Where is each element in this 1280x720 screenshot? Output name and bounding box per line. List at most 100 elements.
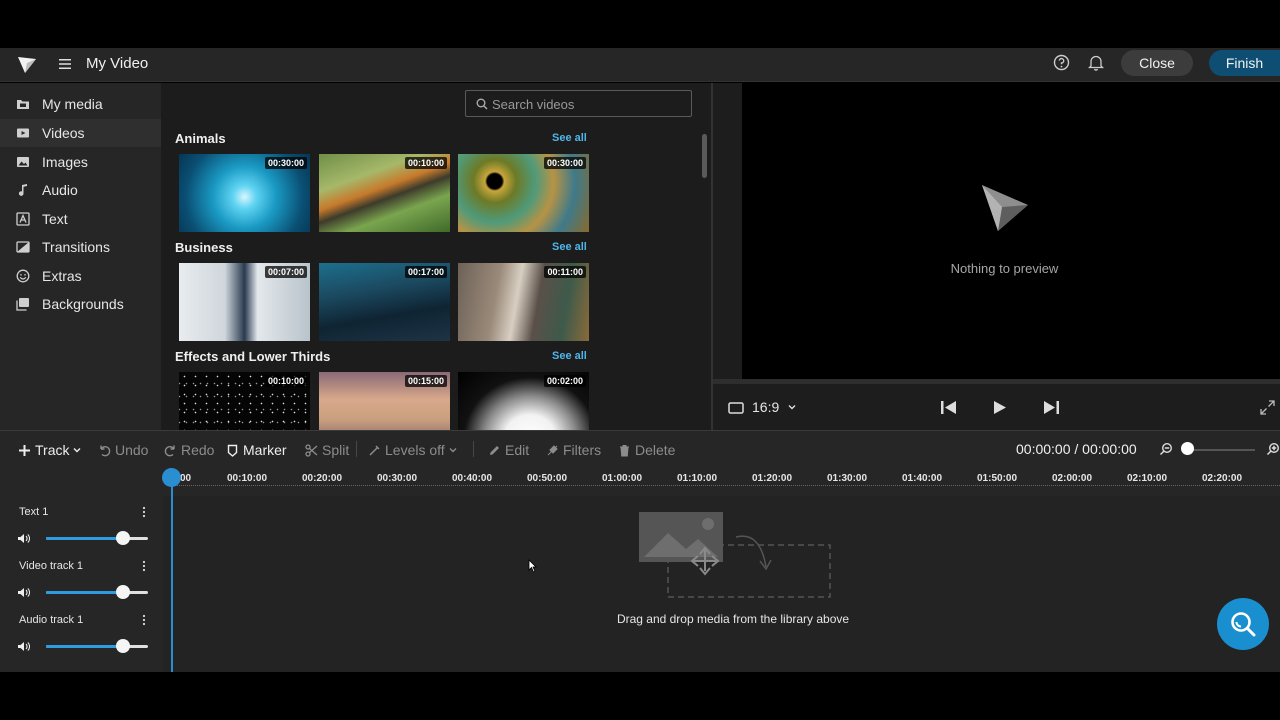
volume-slider-handle[interactable] (116, 639, 130, 653)
sidebar-item-videos[interactable]: Videos (0, 119, 161, 147)
undo-button[interactable]: Undo (98, 441, 148, 459)
playhead-handle[interactable] (162, 468, 181, 487)
nothing-to-preview-text: Nothing to preview (950, 261, 1059, 276)
track-options-icon[interactable] (141, 560, 147, 572)
volume-icon[interactable] (17, 641, 30, 652)
preview-panel: Nothing to preview 16:9 (713, 83, 1280, 430)
category-title-effects: Effects and Lower Thirds (175, 349, 331, 364)
sidebar-item-backgrounds[interactable]: Backgrounds (0, 290, 161, 318)
marker-button[interactable]: Marker (226, 441, 287, 459)
help-icon[interactable] (1053, 54, 1070, 71)
volume-icon[interactable] (17, 587, 30, 598)
edit-button[interactable]: Edit (488, 441, 529, 459)
track-name-video-1[interactable]: Video track 1 (19, 560, 83, 572)
mouse-cursor-icon (528, 559, 537, 573)
sidebar-item-transitions[interactable]: Transitions (0, 233, 161, 261)
app-logo-icon[interactable] (17, 55, 37, 75)
bell-icon[interactable] (1088, 54, 1104, 71)
track-headers: Text 1 Video track 1 Audio track 1 (0, 496, 163, 672)
transition-icon (16, 241, 30, 253)
hamburger-menu-icon[interactable] (58, 57, 72, 71)
aspect-ratio-icon[interactable] (728, 402, 744, 414)
see-all-business-link[interactable]: See all (552, 241, 587, 253)
ruler-label: 02:10:00 (1127, 473, 1168, 484)
skip-back-icon[interactable] (940, 400, 957, 415)
chevron-down-icon[interactable] (788, 403, 796, 411)
timeline-toolbar: Track Undo Redo Marker Split Levels off … (0, 430, 1280, 466)
finish-button[interactable]: Finish (1209, 50, 1280, 76)
video-thumbnail-chameleon[interactable]: 00:30:00 (458, 154, 589, 232)
ruler-ticks (170, 485, 1280, 486)
toolbar-separator (356, 441, 357, 457)
video-thumbnail-meeting[interactable]: 00:17:00 (319, 263, 450, 341)
ruler-label: 00:20:00 (302, 473, 343, 484)
project-title[interactable]: My Video (86, 53, 148, 75)
image-icon (17, 157, 29, 167)
toolbar-separator (473, 441, 474, 457)
sidebar-item-images[interactable]: Images (0, 148, 161, 176)
undo-icon (100, 445, 111, 456)
split-icon (305, 443, 318, 457)
video-thumbnail-tiger[interactable]: 00:10:00 (319, 154, 450, 232)
volume-slider[interactable] (46, 644, 148, 648)
search-input[interactable] (492, 94, 682, 114)
backgrounds-icon (16, 298, 29, 311)
skip-forward-icon[interactable] (1043, 400, 1060, 415)
volume-slider[interactable] (46, 536, 148, 540)
video-thumbnail-smoke[interactable]: 00:02:00 (458, 372, 589, 430)
zoom-slider-handle[interactable] (1181, 442, 1194, 455)
search-box[interactable] (465, 90, 692, 117)
marker-icon (227, 444, 238, 457)
see-all-animals-link[interactable]: See all (552, 132, 587, 144)
track-name-text-1[interactable]: Text 1 (19, 506, 48, 518)
track-drop-area[interactable]: Drag and drop media from the library abo… (163, 496, 1280, 672)
preview-progress-bar[interactable] (713, 379, 1280, 384)
see-all-effects-link[interactable]: See all (552, 350, 587, 362)
redo-button[interactable]: Redo (164, 441, 214, 459)
plus-icon (19, 444, 30, 456)
video-thumbnail-handshake[interactable]: 00:07:00 (179, 263, 310, 341)
video-thumbnail-particles[interactable]: 00:10:00 (179, 372, 310, 430)
filters-button[interactable]: Filters (546, 441, 601, 459)
track-options-icon[interactable] (141, 614, 147, 626)
volume-slider-handle[interactable] (116, 585, 130, 599)
fullscreen-icon[interactable] (1260, 400, 1275, 415)
video-thumbnail-fish-school[interactable]: 00:30:00 (179, 154, 310, 232)
video-thumbnail-woman-office[interactable]: 00:11:00 (458, 263, 589, 341)
track-options-icon[interactable] (141, 506, 147, 518)
split-button[interactable]: Split (305, 441, 349, 459)
levels-select[interactable]: Levels off (368, 441, 457, 459)
text-icon (16, 212, 30, 226)
timeline: 00 00:10:00 00:20:00 00:30:00 00:40:00 0… (0, 466, 1280, 672)
music-note-icon (18, 184, 27, 196)
sidebar-item-text[interactable]: Text (0, 205, 161, 233)
help-search-button[interactable] (1217, 598, 1269, 650)
zoom-in-icon[interactable] (1266, 442, 1280, 456)
play-icon[interactable] (993, 400, 1007, 415)
ruler-label: 01:00:00 (602, 473, 643, 484)
volume-icon[interactable] (17, 533, 30, 544)
levels-icon (369, 444, 380, 456)
smiley-icon (16, 269, 30, 283)
category-title-business: Business (175, 240, 233, 255)
volume-slider-handle[interactable] (116, 531, 130, 545)
track-name-audio-1[interactable]: Audio track 1 (19, 614, 83, 626)
close-button[interactable]: Close (1121, 50, 1193, 76)
sidebar-item-my-media[interactable]: My media (0, 90, 161, 118)
timeline-ruler[interactable]: 00 00:10:00 00:20:00 00:30:00 00:40:00 0… (170, 466, 1280, 496)
video-thumbnail-light-leak[interactable]: 00:15:00 (319, 372, 450, 430)
pencil-icon (490, 445, 499, 455)
volume-slider[interactable] (46, 590, 148, 594)
library-scrollbar[interactable] (702, 134, 707, 178)
preview-canvas: Nothing to preview (742, 83, 1280, 379)
volume-slider-fill (46, 590, 123, 594)
sidebar-item-audio[interactable]: Audio (0, 176, 161, 204)
ruler-label: 02:00:00 (1052, 473, 1093, 484)
drag-drop-illustration-icon (639, 512, 831, 598)
aspect-ratio-select[interactable]: 16:9 (752, 399, 779, 415)
zoom-out-icon[interactable] (1159, 442, 1173, 456)
ruler-label: 01:10:00 (677, 473, 718, 484)
sidebar-item-extras[interactable]: Extras (0, 262, 161, 290)
add-track-button[interactable]: Track (18, 441, 81, 459)
delete-button[interactable]: Delete (618, 441, 675, 459)
